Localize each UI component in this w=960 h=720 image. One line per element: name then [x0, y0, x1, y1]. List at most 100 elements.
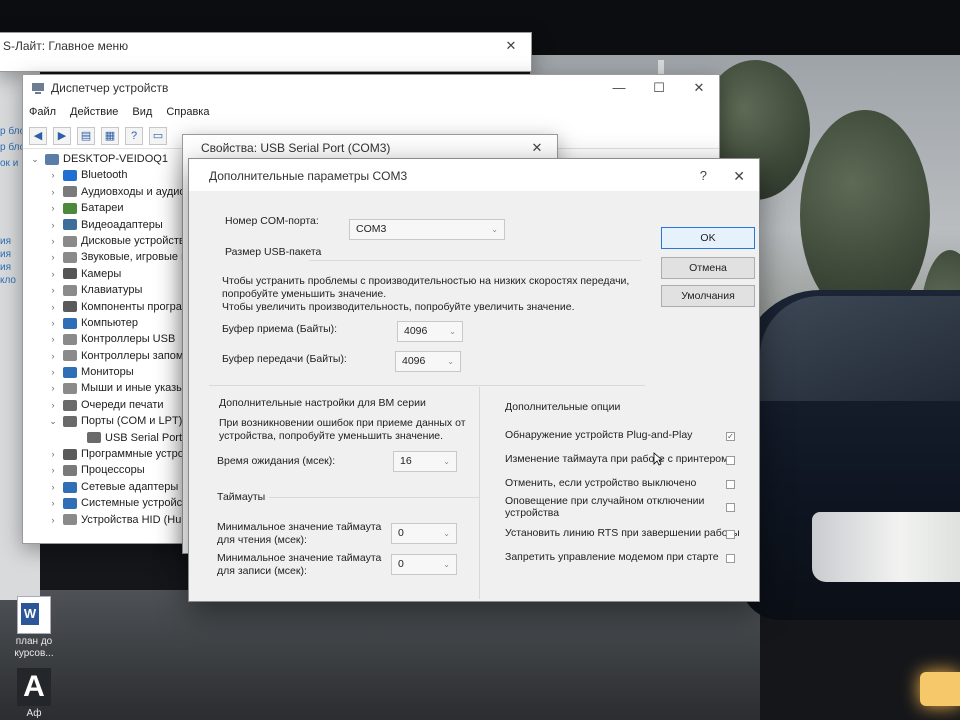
chevron-down-icon: ⌄ [449, 327, 456, 336]
device-manager-titlebar[interactable]: Диспетчер устройств — ☐ ✕ [23, 75, 719, 101]
close-icon[interactable]: ✕ [679, 75, 719, 101]
options-group-title: Дополнительные опции [505, 401, 621, 413]
chevron-right-icon[interactable]: › [47, 282, 59, 298]
chevron-down-icon: ⌄ [443, 529, 450, 538]
chevron-right-icon[interactable]: › [47, 397, 59, 413]
option-checkbox[interactable] [726, 530, 735, 539]
option-checkbox[interactable] [726, 554, 735, 563]
chevron-right-icon[interactable]: › [47, 217, 59, 233]
close-icon[interactable]: ✕ [491, 33, 531, 59]
device-manager-icon [32, 83, 44, 94]
chevron-down-icon[interactable]: ⌄ [29, 151, 41, 167]
maximize-icon[interactable]: ☐ [639, 75, 679, 101]
chevron-right-icon[interactable]: › [47, 512, 59, 528]
com-port-select[interactable]: COM3 ⌄ [349, 219, 505, 240]
tree-item-label: Батареи [81, 202, 124, 215]
tree-item-label: Очереди печати [81, 398, 164, 411]
background-window[interactable]: S-Лайт: Главное меню ✕ [0, 32, 532, 72]
advanced-settings-dialog[interactable]: Дополнительные параметры COM3 ? ✕ Номер … [188, 158, 760, 602]
tree-item-label: Видеоадаптеры [81, 218, 163, 231]
desktop-icon-word-document[interactable]: план до курсов... [6, 596, 62, 660]
desktop-icon-app[interactable]: A Аф [6, 668, 62, 720]
bm-options-group-title: Дополнительные настройки для BM серии [219, 397, 426, 409]
help-icon[interactable]: ? [700, 159, 707, 193]
chevron-right-icon[interactable]: › [47, 184, 59, 200]
timeouts-group-title: Таймауты [217, 491, 266, 503]
transmit-buffer-select[interactable]: 4096 ⌄ [395, 351, 461, 372]
wallpaper-car-windshield [760, 296, 960, 401]
transmit-buffer-value: 4096 [402, 355, 426, 367]
chevron-right-icon[interactable]: › [47, 462, 59, 478]
chevron-right-icon[interactable]: › [47, 479, 59, 495]
bm-help-text: устройства, попробуйте уменьшить значени… [219, 430, 444, 442]
chevron-right-icon[interactable]: › [47, 200, 59, 216]
chevron-right-icon[interactable]: › [47, 266, 59, 282]
chevron-right-icon[interactable]: › [47, 299, 59, 315]
chevron-right-icon[interactable]: › [47, 348, 59, 364]
forward-arrow-icon[interactable]: ▶ [53, 126, 71, 145]
ok-button[interactable]: OK [661, 227, 755, 249]
device-category-icon [63, 415, 77, 427]
defaults-button[interactable]: Умолчания [661, 285, 755, 307]
usb-help-text: попробуйте уменьшить значение. [222, 288, 387, 300]
minimize-icon[interactable]: — [599, 75, 639, 101]
left-strip-line: ия [0, 236, 12, 247]
chevron-down-icon[interactable]: ⌄ [47, 413, 59, 429]
chevron-down-icon: ⌄ [443, 560, 450, 569]
cancel-button[interactable]: Отмена [661, 257, 755, 279]
chevron-right-icon[interactable]: › [47, 446, 59, 462]
left-strip-line: кло [0, 275, 16, 286]
device-category-icon [87, 432, 101, 444]
close-icon[interactable]: ✕ [733, 159, 745, 193]
write-timeout-select[interactable]: 0 ⌄ [391, 554, 457, 575]
option-checkbox[interactable] [726, 503, 735, 512]
menu-help[interactable]: Справка [166, 101, 209, 123]
chevron-right-icon[interactable]: › [47, 233, 59, 249]
usb-help-text: Чтобы устранить проблемы с производитель… [222, 275, 630, 287]
tree-item-label: Мыши и иные указыва [81, 382, 196, 395]
dialog-titlebar[interactable]: Дополнительные параметры COM3 ? ✕ [189, 159, 759, 191]
latency-timer-select[interactable]: 16 ⌄ [393, 451, 457, 472]
tree-item-label: Мониторы [81, 366, 134, 379]
word-document-icon [17, 596, 51, 634]
tree-item-label: Порты (COM и LPT) [81, 415, 183, 428]
option-checkbox[interactable]: ✓ [726, 432, 735, 441]
properties-icon[interactable]: ▤ [77, 126, 95, 145]
back-arrow-icon[interactable]: ◀ [29, 126, 47, 145]
chevron-right-icon[interactable]: › [47, 331, 59, 347]
left-window-text: р бло р бло ок и ия ия ия кло [0, 124, 22, 286]
option-label: Запретить управление модемом при старте [505, 551, 719, 563]
receive-buffer-select[interactable]: 4096 ⌄ [397, 321, 463, 342]
monitor-icon[interactable]: ▭ [149, 126, 167, 145]
option-checkbox[interactable] [726, 456, 735, 465]
menu-file[interactable]: Файл [29, 101, 56, 123]
tree-item-label: Клавиатуры [81, 284, 143, 297]
tree-item-label: Компоненты программ [81, 300, 197, 313]
wallpaper-road [0, 590, 760, 720]
chevron-right-icon[interactable]: › [47, 167, 59, 183]
read-timeout-select[interactable]: 0 ⌄ [391, 523, 457, 544]
usb-transfer-group-title: Размер USB-пакета [225, 246, 322, 258]
mouse-cursor-icon [653, 452, 663, 466]
chevron-down-icon: ⌄ [443, 457, 450, 466]
help-icon[interactable]: ? [125, 126, 143, 145]
tree-item-label: Компьютер [81, 316, 138, 329]
chevron-right-icon[interactable]: › [47, 380, 59, 396]
com-port-label: Номер COM-порта: [225, 215, 319, 227]
chevron-right-icon[interactable]: › [47, 315, 59, 331]
menu-action[interactable]: Действие [70, 101, 118, 123]
option-checkbox[interactable] [726, 480, 735, 489]
menu-view[interactable]: Вид [132, 101, 152, 123]
chevron-right-icon[interactable]: › [47, 495, 59, 511]
tree-item-label: Звуковые, игровые и в [81, 251, 197, 264]
menu-bar: Файл Действие Вид Справка [23, 101, 719, 123]
app-a-icon: A [17, 668, 51, 706]
tree-item-label: Камеры [81, 267, 122, 280]
option-label: устройства [505, 507, 560, 519]
dialog-title: Дополнительные параметры COM3 [209, 169, 408, 183]
chevron-right-icon[interactable]: › [47, 364, 59, 380]
background-window-titlebar[interactable]: S-Лайт: Главное меню ✕ [0, 33, 531, 59]
read-timeout-label: для чтения (мсек): [217, 534, 307, 546]
update-driver-icon[interactable]: ▦ [101, 126, 119, 145]
chevron-right-icon[interactable]: › [47, 249, 59, 265]
